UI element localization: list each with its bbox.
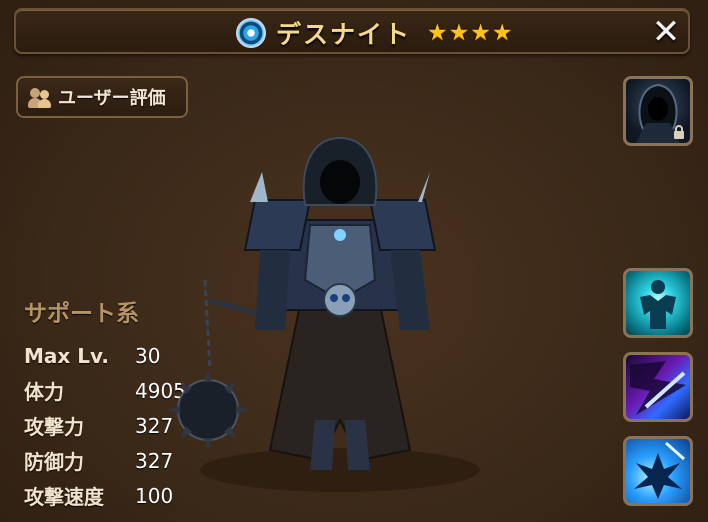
close-icon[interactable]: ✕ — [648, 14, 684, 50]
stat-label-speed: 攻撃速度 — [24, 485, 104, 509]
star-rating: ★ ★ ★ ★ — [427, 20, 513, 46]
title-wrap: デスナイト ★ ★ ★ ★ — [236, 10, 513, 56]
user-review-label: ユーザー評価 — [58, 88, 166, 109]
impact-skill-icon[interactable] — [623, 436, 693, 506]
users-icon — [28, 86, 52, 108]
power-up-skill-icon[interactable] — [623, 268, 693, 338]
star-icon: ★ — [491, 20, 513, 46]
stat-label-attack: 攻撃力 — [24, 415, 84, 439]
monster-name: デスナイト — [276, 20, 412, 49]
dark-slash-skill-icon[interactable] — [623, 352, 693, 422]
water-element-icon — [236, 18, 266, 48]
stat-label-hp: 体力 — [24, 380, 64, 404]
lock-icon — [674, 125, 684, 139]
star-icon: ★ — [427, 20, 448, 46]
monster-model — [168, 136, 480, 492]
stat-label-defense: 防御力 — [24, 450, 84, 474]
star-icon: ★ — [448, 20, 470, 46]
user-review-button[interactable]: ユーザー評価 — [16, 76, 188, 118]
stat-label-max-lv: Max Lv. — [24, 343, 110, 368]
star-icon: ★ — [470, 20, 491, 46]
portrait-icon[interactable] — [623, 76, 693, 146]
